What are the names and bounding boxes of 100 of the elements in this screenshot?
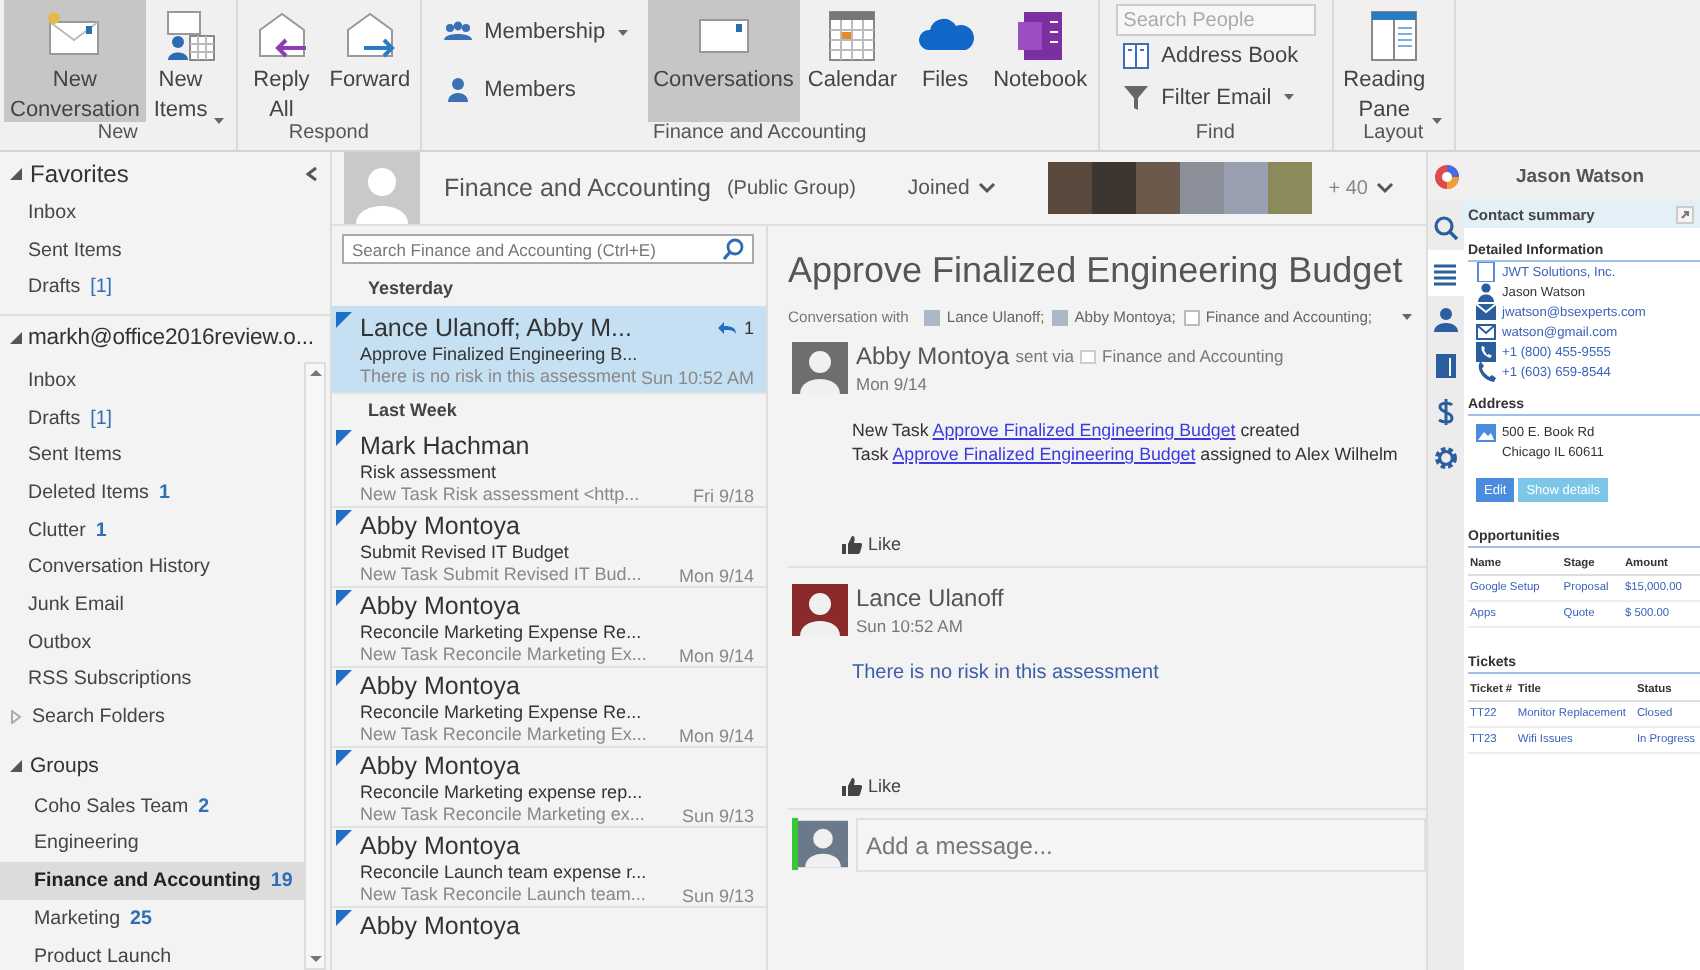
folder-item[interactable]: Marketing 25 (0, 900, 304, 938)
folder-item[interactable]: Drafts [1] (0, 399, 304, 437)
folder-item[interactable]: Coho Sales Team 2 (0, 787, 304, 826)
ribbon-button[interactable]: Members (438, 69, 634, 110)
member-photos[interactable] (1048, 162, 1313, 214)
post-date: Sun 10:52 AM (856, 616, 965, 636)
side-tab[interactable] (1428, 250, 1464, 296)
message-item[interactable]: Lance Ulanoff; Abby M... 1 Approve Finalized Engineering B... There is no risk in this assessment Sun 10:52 AM (332, 306, 766, 394)
message-date: Fri 9/18 (692, 485, 754, 505)
scrollbar[interactable] (304, 362, 326, 970)
unread-flag-icon (336, 590, 352, 606)
user-avatar (792, 342, 848, 394)
folder-item[interactable]: RSS Subscriptions (0, 661, 304, 699)
message-field[interactable]: Add a message... (856, 818, 1426, 872)
folder-item[interactable]: Product Launch (0, 937, 304, 970)
ribbon-button[interactable]: New Items (147, 0, 232, 122)
user-avatar (792, 818, 848, 870)
like-button[interactable]: Like (842, 776, 902, 796)
message-item[interactable]: Abby Montoya (332, 908, 766, 970)
ribbon-button[interactable]: Calendar (801, 0, 904, 122)
ribbon-button[interactable]: Notebook (987, 0, 1094, 122)
unread-flag-icon (336, 312, 352, 328)
ribbon-button[interactable]: Forward (323, 0, 417, 122)
phone-icon (1476, 362, 1496, 382)
message-item[interactable]: Abby Montoya Reconcile Marketing Expense Re... New Task Reconcile Marketing Ex... Mon 9/14 (332, 588, 766, 668)
conversation-title: Approve Finalized Engineering Budget (788, 250, 1405, 292)
sender-name: Abby Montoya (360, 910, 520, 942)
collapse-icon[interactable] (306, 165, 318, 181)
message-subject: Approve Finalized Engineering B... (360, 344, 640, 366)
folder-item[interactable]: Clutter 1 (0, 511, 304, 549)
thumbs-up-icon (842, 777, 862, 795)
ribbon-button[interactable]: New Conversation (4, 0, 146, 122)
unread-flag-icon (336, 510, 352, 526)
section-header[interactable]: markh@office2016review.o... (0, 316, 330, 359)
message-preview: New Task Reconcile Marketing Ex... (360, 644, 647, 666)
message-item[interactable]: Abby Montoya Reconcile Marketing expense rep... New Task Reconcile Marketing ex... Sun 9/13 (332, 748, 766, 828)
folder-item[interactable]: Conversation History (0, 549, 304, 587)
search-field[interactable]: Search People (1115, 4, 1316, 37)
folder-item[interactable]: Engineering (0, 825, 304, 863)
app-logo (1434, 163, 1460, 189)
folder-item[interactable]: Outbox (0, 623, 304, 662)
message-date: Sun 9/13 (681, 885, 754, 905)
folder-item[interactable]: Deleted Items 1 (0, 474, 304, 512)
ribbon-button[interactable]: Filter Email (1115, 77, 1316, 118)
person-square-icon (924, 309, 941, 325)
phone-icon (1476, 342, 1496, 362)
chevron-icon (1376, 182, 1394, 194)
folder-item[interactable]: Sent Items (0, 436, 304, 475)
folder-item[interactable]: Search Folders (0, 698, 304, 736)
sender-name: Abby Montoya (360, 670, 520, 702)
ribbon-button[interactable]: Membership (438, 12, 634, 53)
ribbon-button[interactable]: Files (905, 0, 986, 122)
search-field[interactable]: Search Finance and Accounting (Ctrl+E) (342, 234, 754, 264)
chevron-icon (977, 182, 996, 194)
membership-dropdown[interactable]: Joined (907, 176, 996, 200)
person-square-icon (1052, 309, 1069, 325)
message-subject: Reconcile Marketing expense rep... (360, 782, 645, 804)
sender-name: Mark Hachman (360, 430, 530, 462)
ribbon-button[interactable]: Address Book (1115, 36, 1316, 77)
section-header[interactable]: Groups (0, 743, 304, 788)
unread-flag-icon (336, 430, 352, 446)
ribbon-button[interactable]: Reply All (241, 0, 322, 122)
message-item[interactable]: Mark Hachman Risk assessment New Task Risk assessment <http... Fri 9/18 (332, 428, 766, 508)
group-link[interactable]: Finance and Accounting (1080, 346, 1284, 366)
message-subject: Risk assessment (360, 462, 499, 484)
section-header[interactable]: Favorites (0, 152, 330, 194)
folder-item[interactable]: Finance and Accounting 19 (0, 862, 304, 900)
sender-name: Abby Montoya (360, 590, 520, 622)
popout-icon[interactable] (1676, 205, 1694, 223)
folder-item[interactable]: Drafts [1] (0, 268, 330, 307)
like-button[interactable]: Like (842, 534, 902, 554)
caret-icon (211, 116, 226, 126)
task-link[interactable]: Approve Finalized Engineering Budget (892, 444, 1196, 464)
unread-flag-icon (336, 750, 352, 766)
expander-icon (10, 710, 22, 725)
caret-icon (615, 27, 630, 38)
folder-item[interactable]: Sent Items (0, 231, 330, 269)
scroll-down-icon[interactable] (306, 952, 326, 968)
message-item[interactable]: Abby Montoya Reconcile Marketing Expense Re... New Task Reconcile Marketing Ex... Mon 9/14 (332, 668, 766, 748)
folder-item[interactable]: Inbox (0, 362, 304, 400)
unread-count: [1] (90, 407, 113, 430)
group-label: Respond (286, 122, 371, 146)
folder-item[interactable]: Junk Email (0, 586, 304, 624)
unread-flag-icon (336, 670, 352, 686)
message-item[interactable]: Abby Montoya Reconcile Launch team expense r... New Task Reconcile Launch team... Sun 9/13 (332, 828, 766, 908)
group-label: Finance and Accounting (650, 122, 869, 146)
envelope-icon (1476, 302, 1496, 322)
reply-count: 1 (715, 318, 754, 338)
scroll-up-icon[interactable] (306, 364, 326, 381)
user-avatar (792, 584, 848, 636)
envelope-icon (1476, 322, 1496, 342)
ribbon-button[interactable]: Reading Pane (1337, 0, 1450, 122)
address-book-icon (1119, 40, 1152, 73)
person-icon (1432, 305, 1460, 333)
ribbon-button[interactable]: Conversations (647, 0, 800, 122)
message-preview: New Task Reconcile Launch team... (360, 884, 646, 906)
task-link[interactable]: Approve Finalized Engineering Budget (932, 420, 1236, 440)
message-item[interactable]: Abby Montoya Submit Revised IT Budget New Task Submit Revised IT Bud... Mon 9/14 (332, 508, 766, 588)
folder-item[interactable]: Inbox (0, 194, 330, 232)
unread-count: 19 (270, 870, 293, 893)
